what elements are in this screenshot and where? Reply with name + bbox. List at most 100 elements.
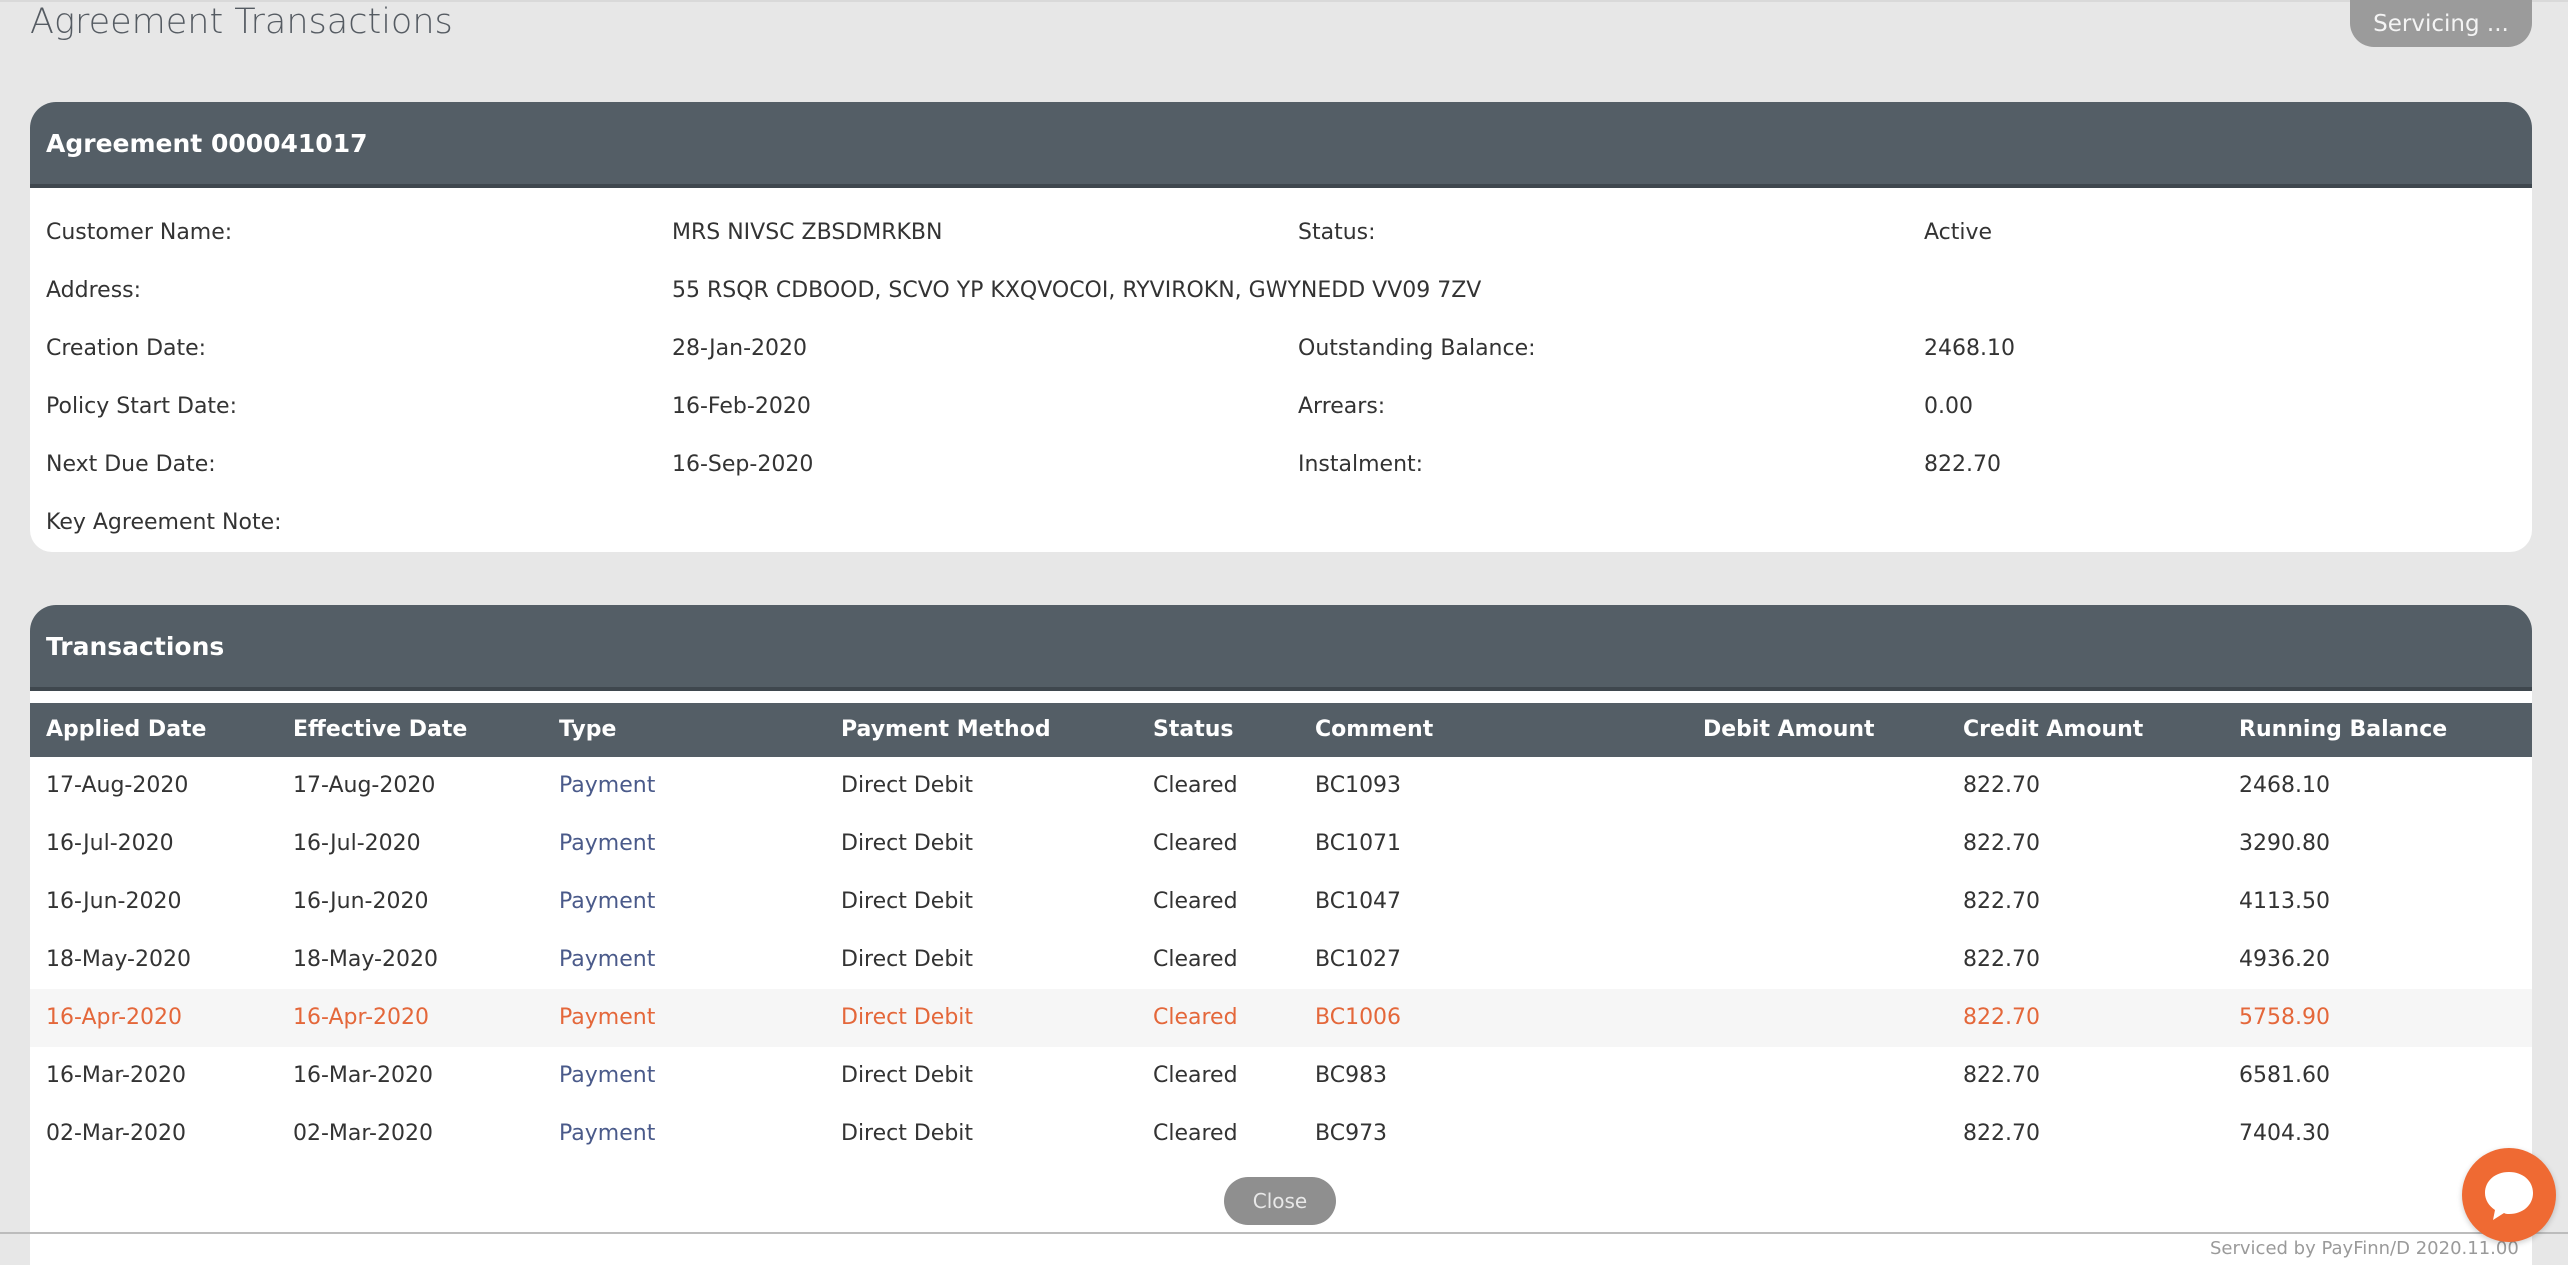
address-label: Address: [46, 278, 142, 303]
address-value: 55 RSQR CDBOOD, SCVO YP KXQVOCOI, RYVIRO… [672, 278, 1482, 303]
cell-payment-method: Direct Debit [841, 831, 974, 856]
page-title: Agreement Transactions [30, 2, 453, 42]
cell-status: Cleared [1153, 1063, 1238, 1088]
cell-type[interactable]: Payment [559, 1105, 655, 1163]
key-note-label: Key Agreement Note: [46, 510, 282, 535]
cell-type[interactable]: Payment [559, 989, 655, 1047]
cell-comment: BC983 [1315, 1063, 1388, 1088]
transactions-body: 17-Aug-2020 17-Aug-2020 Payment Direct Debi… [30, 757, 2532, 1163]
cell-running-balance: 4113.50 [2239, 889, 2330, 914]
cell-comment: BC1093 [1315, 773, 1402, 798]
agreement-header: Agreement 000041017 [30, 102, 2532, 188]
cell-comment: BC1027 [1315, 947, 1402, 972]
servicing-button[interactable]: Servicing ... [2350, 0, 2532, 47]
cell-effective-date: 16-Apr-2020 [293, 1005, 430, 1030]
cell-credit-amount: 822.70 [1963, 773, 2040, 798]
cell-applied-date: 16-Jun-2020 [46, 889, 182, 914]
transactions-card: Transactions Applied Date Effective Date… [30, 605, 2532, 1265]
cell-credit-amount: 822.70 [1963, 1121, 2040, 1146]
cell-comment: BC973 [1315, 1121, 1388, 1146]
cell-effective-date: 16-Mar-2020 [293, 1063, 433, 1088]
outstanding-balance-value: 2468.10 [1924, 336, 2015, 361]
col-comment[interactable]: Comment [1315, 703, 1433, 757]
cell-running-balance: 4936.20 [2239, 947, 2330, 972]
table-row[interactable]: 16-Jun-2020 16-Jun-2020 Payment Direct Debi… [30, 873, 2532, 931]
cell-applied-date: 16-Apr-2020 [46, 1005, 183, 1030]
next-due-value: 16-Sep-2020 [672, 452, 814, 477]
bottom-divider [0, 1232, 2568, 1234]
table-row[interactable]: 18-May-2020 18-May-2020 Payment Direct Debi… [30, 931, 2532, 989]
col-status[interactable]: Status [1153, 703, 1233, 757]
cell-type[interactable]: Payment [559, 757, 655, 815]
cell-type[interactable]: Payment [559, 873, 655, 931]
status-label: Status: [1298, 220, 1376, 245]
creation-date-value: 28-Jan-2020 [672, 336, 807, 361]
chat-button[interactable] [2462, 1148, 2556, 1242]
cell-applied-date: 18-May-2020 [46, 947, 191, 972]
cell-applied-date: 16-Mar-2020 [46, 1063, 186, 1088]
col-running-balance[interactable]: Running Balance [2239, 703, 2447, 757]
arrears-label: Arrears: [1298, 394, 1386, 419]
cell-status: Cleared [1153, 773, 1238, 798]
cell-payment-method: Direct Debit [841, 947, 974, 972]
cell-status: Cleared [1153, 947, 1238, 972]
col-effective-date[interactable]: Effective Date [293, 703, 467, 757]
instalment-label: Instalment: [1298, 452, 1424, 477]
cell-credit-amount: 822.70 [1963, 889, 2040, 914]
cell-status: Cleared [1153, 831, 1238, 856]
col-type[interactable]: Type [559, 703, 616, 757]
cell-type[interactable]: Payment [559, 931, 655, 989]
cell-status: Cleared [1153, 1005, 1238, 1030]
customer-name-label: Customer Name: [46, 220, 233, 245]
cell-credit-amount: 822.70 [1963, 947, 2040, 972]
agreement-card: Agreement 000041017 Customer Name: MRS N… [30, 102, 2532, 552]
cell-applied-date: 02-Mar-2020 [46, 1121, 186, 1146]
chat-bubble-icon [2485, 1172, 2533, 1220]
cell-status: Cleared [1153, 1121, 1238, 1146]
cell-running-balance: 5758.90 [2239, 1005, 2330, 1030]
cell-running-balance: 6581.60 [2239, 1063, 2330, 1088]
cell-payment-method: Direct Debit [841, 1121, 974, 1146]
cell-credit-amount: 822.70 [1963, 1005, 2040, 1030]
cell-effective-date: 16-Jul-2020 [293, 831, 421, 856]
col-credit-amount[interactable]: Credit Amount [1963, 703, 2143, 757]
cell-effective-date: 17-Aug-2020 [293, 773, 436, 798]
instalment-value: 822.70 [1924, 452, 2001, 477]
cell-running-balance: 3290.80 [2239, 831, 2330, 856]
cell-effective-date: 18-May-2020 [293, 947, 438, 972]
creation-date-label: Creation Date: [46, 336, 207, 361]
col-debit-amount[interactable]: Debit Amount [1703, 703, 1875, 757]
customer-name-value: MRS NIVSC ZBSDMRKBN [672, 220, 943, 245]
cell-payment-method: Direct Debit [841, 889, 974, 914]
policy-start-label: Policy Start Date: [46, 394, 238, 419]
table-row[interactable]: 17-Aug-2020 17-Aug-2020 Payment Direct Debi… [30, 757, 2532, 815]
cell-type[interactable]: Payment [559, 815, 655, 873]
cell-comment: BC1071 [1315, 831, 1402, 856]
policy-start-value: 16-Feb-2020 [672, 394, 811, 419]
cell-comment: BC1047 [1315, 889, 1402, 914]
cell-applied-date: 16-Jul-2020 [46, 831, 174, 856]
cell-payment-method: Direct Debit [841, 1063, 974, 1088]
cell-payment-method: Direct Debit [841, 773, 974, 798]
col-payment-method[interactable]: Payment Method [841, 703, 1051, 757]
cell-effective-date: 16-Jun-2020 [293, 889, 429, 914]
transactions-header: Transactions [30, 605, 2532, 691]
cell-payment-method: Direct Debit [841, 1005, 974, 1030]
outstanding-balance-label: Outstanding Balance: [1298, 336, 1536, 361]
transactions-table: Applied Date Effective Date Type Payment… [30, 703, 2532, 1163]
table-header-row: Applied Date Effective Date Type Payment… [30, 703, 2532, 757]
table-row[interactable]: 16-Apr-2020 16-Apr-2020 Payment Direct Debi… [30, 989, 2532, 1047]
cell-running-balance: 2468.10 [2239, 773, 2330, 798]
table-row[interactable]: 02-Mar-2020 02-Mar-2020 Payment Direct Debi… [30, 1105, 2532, 1163]
cell-effective-date: 02-Mar-2020 [293, 1121, 433, 1146]
col-applied-date[interactable]: Applied Date [46, 703, 206, 757]
status-value: Active [1924, 220, 1993, 245]
cell-type[interactable]: Payment [559, 1047, 655, 1105]
close-button[interactable]: Close [1224, 1177, 1336, 1225]
cell-credit-amount: 822.70 [1963, 1063, 2040, 1088]
cell-credit-amount: 822.70 [1963, 831, 2040, 856]
table-row[interactable]: 16-Mar-2020 16-Mar-2020 Payment Direct Debi… [30, 1047, 2532, 1105]
cell-applied-date: 17-Aug-2020 [46, 773, 189, 798]
table-row[interactable]: 16-Jul-2020 16-Jul-2020 Payment Direct Debi… [30, 815, 2532, 873]
cell-running-balance: 7404.30 [2239, 1121, 2330, 1146]
